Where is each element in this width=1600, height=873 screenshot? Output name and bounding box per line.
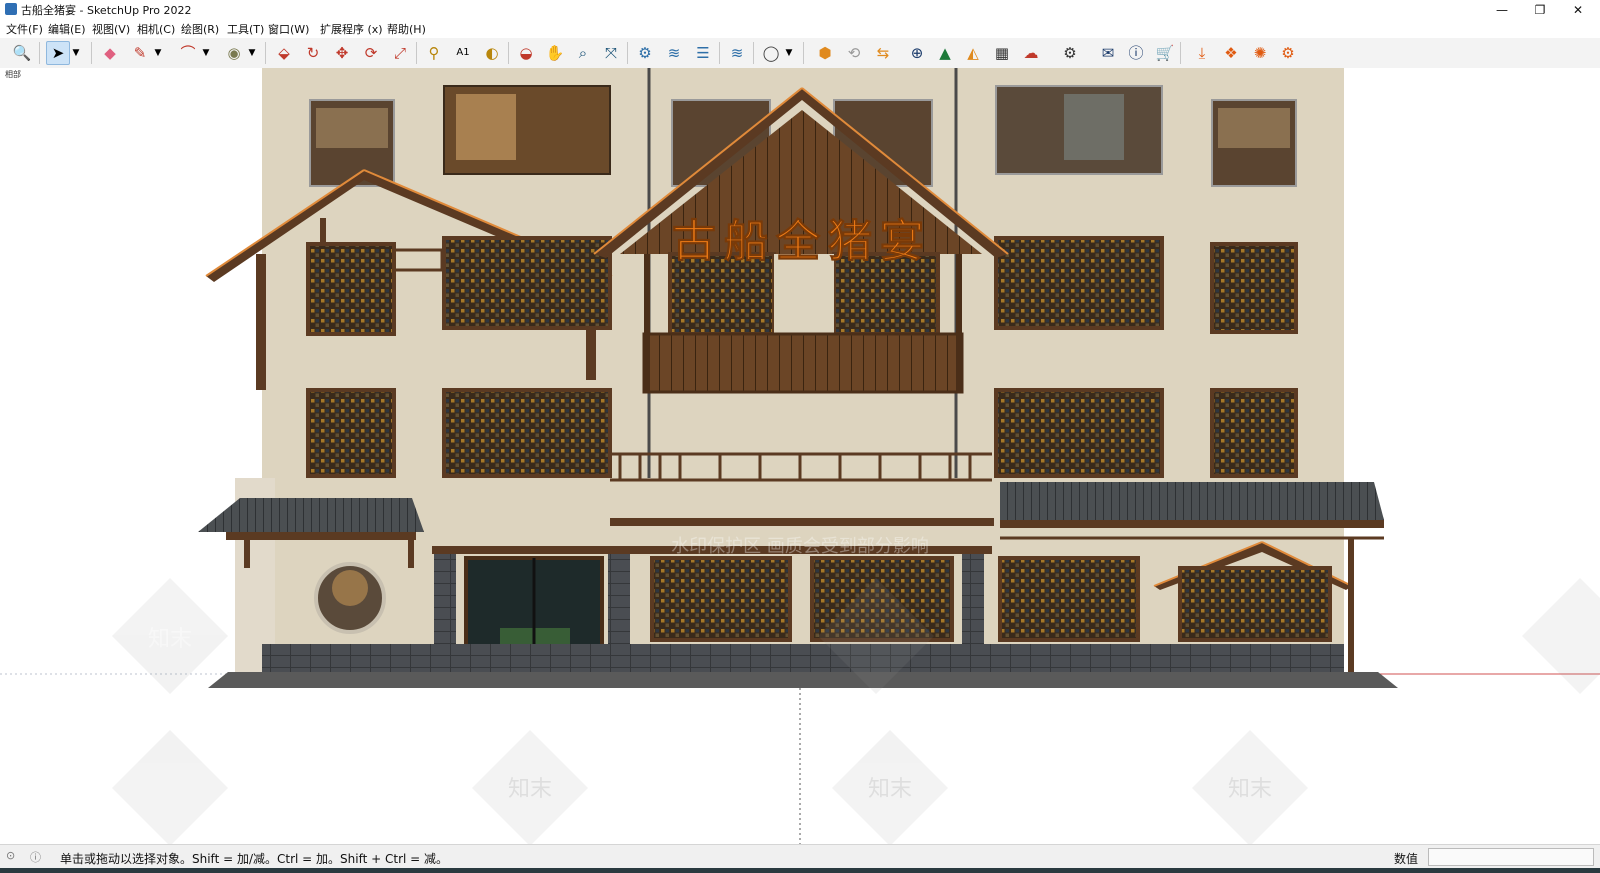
watermark-brand-4: 知末 — [1228, 777, 1272, 802]
sandbox-tools-icon[interactable]: ≋ — [725, 41, 749, 65]
push-pull-icon[interactable]: ⬙ — [272, 41, 296, 65]
arc-dropdown-icon[interactable]: ▼ — [200, 41, 212, 65]
pan-icon[interactable]: ✋ — [543, 41, 567, 65]
menu-bar: 文件(F) 编辑(E) 视图(V) 相机(C) 绘图(R) 工具(T) 窗口(W… — [0, 20, 1600, 38]
checker-icon[interactable]: ▦ — [990, 41, 1014, 65]
menu-draw[interactable]: 绘图(R) — [181, 21, 219, 37]
menu-extensions[interactable]: 扩展程序 (x) — [320, 21, 383, 37]
refresh-icon[interactable]: ⟲ — [842, 41, 866, 65]
zoom-window-icon[interactable]: ⌕ — [571, 41, 595, 65]
paint-bucket-icon[interactable]: ◉ — [222, 41, 246, 65]
settings-gear-icon[interactable]: ⚙ — [1058, 41, 1082, 65]
arc-icon[interactable]: ⌒ — [176, 41, 200, 65]
sunset-icon[interactable]: ◭ — [961, 41, 985, 65]
layers-icon[interactable]: ☰ — [691, 41, 715, 65]
pencil-dropdown-icon[interactable]: ▼ — [152, 41, 164, 65]
toolbar-separator — [627, 42, 628, 64]
watermark-caption: 水印保护区 画质会受到部分影响 — [671, 536, 929, 557]
scene-tab-label[interactable]: 相部 — [5, 69, 21, 80]
measurements-input[interactable] — [1428, 848, 1594, 866]
ground-slab — [208, 672, 1398, 688]
model-viewport[interactable]: 古船全猪宴 水印保护区 画质会受到部分影响 知末 知末 知末 知末 — [0, 68, 1600, 844]
toolbar-separator — [265, 42, 266, 64]
minimize-button[interactable]: — — [1483, 0, 1521, 20]
warehouse-icon[interactable]: ⬢ — [813, 41, 837, 65]
upload-cloud-icon[interactable]: ☁ — [1019, 41, 1043, 65]
eraser-icon[interactable]: ◆ — [98, 41, 122, 65]
menu-edit[interactable]: 编辑(E) — [48, 21, 86, 37]
toolbar-separator — [803, 42, 804, 64]
render-icon[interactable]: ✺ — [1248, 41, 1272, 65]
geo-location-icon[interactable]: ⚙ — [633, 41, 657, 65]
signboard-text: 古船全猪宴 — [672, 216, 932, 267]
rotate-icon[interactable]: ⟳ — [359, 41, 383, 65]
measurements-label: 数值 — [1394, 852, 1419, 866]
paint-dropdown-icon[interactable]: ▼ — [246, 41, 258, 65]
cart-icon[interactable]: 🛒 — [1153, 41, 1177, 65]
follow-me-icon[interactable]: ↻ — [301, 41, 325, 65]
tree-icon[interactable]: ▲ — [933, 41, 957, 65]
menu-view[interactable]: 视图(V) — [92, 21, 130, 37]
info-icon[interactable]: ⓘ — [1124, 41, 1148, 65]
watermark-brand-1: 知末 — [148, 627, 192, 652]
window-title: 古船全猪宴 - SketchUp Pro 2022 — [21, 4, 192, 17]
send-to-layout-icon[interactable]: ⇆ — [871, 41, 895, 65]
import-icon[interactable]: ⤓ — [1190, 41, 1214, 65]
menu-window[interactable]: 窗口(W) — [268, 21, 309, 37]
sandbox-icon[interactable]: ≋ — [662, 41, 686, 65]
toolbar-separator — [508, 42, 509, 64]
select-dropdown-icon[interactable]: ▼ — [70, 41, 82, 65]
sketchup-app-icon — [5, 3, 17, 15]
stone-plinth — [262, 644, 1344, 674]
close-button[interactable]: ✕ — [1559, 0, 1597, 20]
toolbar-separator — [719, 42, 720, 64]
toolbar-separator — [91, 42, 92, 64]
text-icon[interactable]: A1 — [451, 41, 475, 65]
info-status-icon[interactable]: ⓘ — [30, 849, 41, 865]
select-arrow-icon[interactable]: ➤ — [46, 41, 70, 65]
toolbar-separator — [39, 42, 40, 64]
add-location-icon[interactable]: ⊕ — [905, 41, 929, 65]
toolbar-separator — [753, 42, 754, 64]
zoom-icon[interactable]: 🔍 — [10, 41, 34, 65]
taskbar-strip — [0, 868, 1600, 873]
extension-icon[interactable]: ❖ — [1219, 41, 1243, 65]
menu-help[interactable]: 帮助(H) — [387, 21, 426, 37]
tape-measure-icon[interactable]: ⚲ — [422, 41, 446, 65]
account-dropdown-icon[interactable]: ▼ — [783, 41, 795, 65]
status-message: 单击或拖动以选择对象。Shift = 加/减。Ctrl = 加。Shift + … — [60, 852, 449, 866]
watermark-brand-3: 知末 — [868, 777, 912, 802]
watermark-brand-2: 知末 — [508, 777, 552, 802]
mail-icon[interactable]: ✉ — [1096, 41, 1120, 65]
paint-icon[interactable]: ◐ — [480, 41, 504, 65]
zoom-extents-icon[interactable]: ⤧ — [599, 41, 623, 65]
pencil-icon[interactable]: ✎ — [128, 41, 152, 65]
orbit-icon[interactable]: ◒ — [514, 41, 538, 65]
account-icon[interactable]: ◯ — [759, 41, 783, 65]
maximize-button[interactable]: ❐ — [1521, 0, 1559, 20]
render-settings-icon[interactable]: ⚙ — [1276, 41, 1300, 65]
status-bar: ⊙ ⓘ 单击或拖动以选择对象。Shift = 加/减。Ctrl = 加。Shif… — [0, 844, 1600, 869]
main-toolbar: 🔍 ➤ ▼ ◆ ✎ ▼ ⌒ ▼ ◉ ▼ ⬙ ↻ ✥ ⟳ ⤢ ⚲ A1 ◐ ◒ ✋… — [0, 38, 1600, 69]
building-render: 古船全猪宴 水印保护区 画质会受到部分影响 知末 知末 知末 知末 — [0, 68, 1600, 844]
scale-icon[interactable]: ⤢ — [388, 41, 412, 65]
title-bar: 古船全猪宴 - SketchUp Pro 2022 — ❐ ✕ — [0, 0, 1600, 20]
toolbar-separator — [1180, 42, 1181, 64]
toolbar-separator — [416, 42, 417, 64]
geo-status-icon[interactable]: ⊙ — [6, 849, 15, 862]
menu-tools[interactable]: 工具(T) — [227, 21, 264, 37]
move-icon[interactable]: ✥ — [330, 41, 354, 65]
menu-camera[interactable]: 相机(C) — [137, 21, 175, 37]
menu-file[interactable]: 文件(F) — [6, 21, 43, 37]
